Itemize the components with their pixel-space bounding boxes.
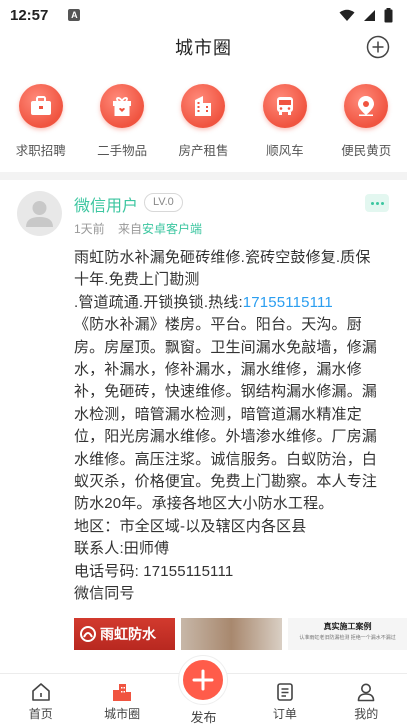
- category-label: 房产租售: [178, 144, 229, 158]
- category-grid: 求职招聘 二手物品 房产租售 顺风车 便民黄页: [0, 84, 407, 164]
- briefcase-icon: [18, 84, 63, 128]
- city-buildings-icon: [113, 684, 132, 701]
- status-time: 12:57: [10, 6, 49, 24]
- content-line: 联系人:田师傅: [74, 540, 170, 558]
- category-label: 求职招聘: [15, 144, 66, 158]
- page-title: 城市圈: [175, 38, 232, 58]
- content-line: 雨虹防水补漏免砸砖维修.瓷砖空鼓修复.质保十年.免费上门勘测: [74, 249, 371, 289]
- content-line: 微信同号: [74, 585, 135, 603]
- level-badge: LV.0: [144, 193, 183, 212]
- image-subcaption: 认准雨虹老旧防漏检测 拒绝一个漏水不漏过: [299, 635, 396, 641]
- post-image[interactable]: 雨虹防水: [74, 618, 176, 650]
- tab-label: 首页: [28, 707, 53, 721]
- category-secondhand[interactable]: 二手物品: [81, 84, 162, 164]
- order-list-icon: [277, 683, 293, 701]
- tab-mine[interactable]: 我的: [326, 674, 407, 725]
- location-pin-icon: [344, 84, 389, 128]
- wifi-icon: [339, 9, 355, 21]
- bottom-tab-bar: 首页 城市圈 发布 订单 我的: [0, 656, 407, 725]
- source-prefix: 来自: [118, 222, 143, 236]
- signal-icon: [364, 9, 375, 21]
- image-caption: 真实施工案例: [323, 622, 372, 631]
- post-meta: 1天前 来自安卓客户端: [74, 220, 202, 237]
- post-content: 雨虹防水补漏免砸砖维修.瓷砖空鼓修复.质保十年.免费上门勘测 .管道疏通.开锁换…: [74, 247, 384, 606]
- tab-city-circle[interactable]: 城市圈: [81, 674, 162, 725]
- person-icon: [357, 683, 375, 702]
- status-bar: 12:57 A: [0, 0, 407, 30]
- category-realestate[interactable]: 房产租售: [163, 84, 244, 164]
- category-yellowpages[interactable]: 便民黄页: [326, 84, 407, 164]
- category-jobs[interactable]: 求职招聘: [0, 84, 81, 164]
- tab-label: 发布: [190, 710, 217, 725]
- tab-label: 我的: [354, 707, 379, 721]
- tab-publish[interactable]: 发布: [163, 656, 244, 725]
- avatar[interactable]: [17, 191, 62, 236]
- battery-icon: [384, 7, 393, 22]
- content-line: 电话号码: 17155115111: [74, 562, 234, 580]
- user-name[interactable]: 微信用户: [74, 192, 138, 216]
- source-client: 安卓客户端: [142, 222, 203, 236]
- tab-home[interactable]: 首页: [0, 674, 81, 725]
- tab-label: 城市圈: [104, 707, 141, 721]
- plus-icon[interactable]: [179, 656, 228, 704]
- category-label: 便民黄页: [341, 144, 392, 158]
- post-image[interactable]: [181, 618, 283, 650]
- notification-icon: A: [68, 9, 81, 21]
- content-line: 《防水补漏》楼房。平台。阳台。天沟。厨房。房屋顶。飘窗。卫生间漏水免敲墙，修漏水…: [74, 316, 378, 513]
- post-image[interactable]: 真实施工案例 认准雨虹老旧防漏检测 拒绝一个漏水不漏过: [288, 618, 407, 650]
- tab-orders[interactable]: 订单: [244, 674, 325, 725]
- section-divider: [0, 172, 407, 180]
- phone-link[interactable]: 17155115111: [243, 294, 333, 311]
- add-circle-icon[interactable]: [366, 35, 390, 59]
- post-time: 1天前: [74, 222, 105, 236]
- content-line: 地区：市全区域-以及辖区内各区县: [74, 517, 307, 535]
- tab-label: 订单: [272, 707, 297, 721]
- content-line: .管道疏通.开锁换锁.热线:17155115111: [74, 293, 333, 311]
- gift-box-icon: [100, 84, 145, 128]
- bus-icon: [262, 84, 307, 128]
- top-header: 城市圈: [0, 30, 407, 64]
- category-label: 顺风车: [266, 144, 304, 158]
- category-rideshare[interactable]: 顺风车: [244, 84, 325, 164]
- home-icon: [31, 683, 50, 701]
- image-caption: 雨虹防水: [100, 626, 156, 642]
- more-options-icon[interactable]: [365, 194, 389, 212]
- building-icon: [181, 84, 226, 128]
- brand-logo-icon: [80, 626, 96, 642]
- category-label: 二手物品: [97, 144, 148, 158]
- post-images: 雨虹防水 真实施工案例 认准雨虹老旧防漏检测 拒绝一个漏水不漏过: [74, 618, 407, 650]
- default-avatar-icon: [26, 201, 53, 227]
